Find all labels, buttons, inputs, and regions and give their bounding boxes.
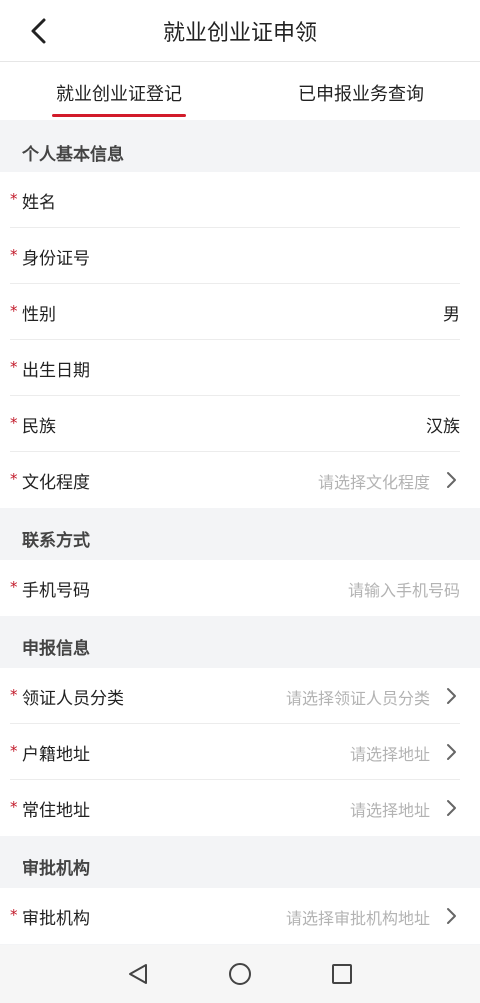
field-id-number[interactable]: * 身份证号	[10, 228, 460, 284]
chevron-right-icon[interactable]	[444, 471, 458, 489]
page-title: 就业创业证申领	[162, 21, 317, 46]
required-mark: *	[10, 686, 18, 704]
required-mark: *	[10, 798, 18, 816]
tab-submitted-query[interactable]: 已申报业务查询	[298, 80, 424, 106]
field-name[interactable]: * 姓名	[10, 172, 460, 228]
required-mark: *	[10, 302, 18, 320]
nav-home-icon[interactable]	[228, 962, 252, 986]
required-mark: *	[10, 470, 18, 488]
field-residence-address[interactable]: * 常住地址 请选择地址	[10, 780, 460, 836]
required-mark: *	[10, 358, 18, 376]
panel-application: * 领证人员分类 请选择领证人员分类 * 户籍地址 请选择地址 * 常住地址 请…	[0, 668, 480, 836]
ethnicity-value[interactable]: 汉族	[426, 412, 460, 437]
residence-address-placeholder[interactable]: 请选择地址	[350, 797, 430, 821]
field-label: 领证人员分类	[22, 689, 124, 709]
required-mark: *	[10, 246, 18, 264]
tab-bar: 就业创业证登记 已申报业务查询	[0, 62, 480, 120]
section-title-personal: 个人基本信息	[0, 124, 480, 176]
chevron-right-icon[interactable]	[444, 799, 458, 817]
category-placeholder[interactable]: 请选择领证人员分类	[286, 685, 430, 709]
authority-placeholder[interactable]: 请选择审批机构地址	[286, 905, 430, 929]
household-address-placeholder[interactable]: 请选择地址	[350, 741, 430, 765]
required-mark: *	[10, 742, 18, 760]
section-title-contact: 联系方式	[0, 510, 480, 562]
tab-registration[interactable]: 就业创业证登记	[56, 80, 182, 106]
field-phone[interactable]: * 手机号码 请输入手机号码	[10, 560, 460, 616]
chevron-right-icon[interactable]	[444, 687, 458, 705]
field-label: 手机号码	[22, 581, 90, 601]
required-mark: *	[10, 906, 18, 924]
section-title-authority: 审批机构	[0, 838, 480, 890]
field-birth-date[interactable]: * 出生日期	[10, 340, 460, 396]
required-mark: *	[10, 578, 18, 596]
field-label: 常住地址	[22, 801, 90, 821]
field-ethnicity[interactable]: * 民族 汉族	[10, 396, 460, 452]
field-label: 户籍地址	[22, 745, 90, 765]
field-label: 审批机构	[22, 909, 90, 929]
field-education[interactable]: * 文化程度 请选择文化程度	[10, 452, 460, 508]
phone-input[interactable]: 请输入手机号码	[348, 577, 460, 601]
field-label: 出生日期	[22, 361, 90, 381]
field-label: 文化程度	[22, 473, 90, 493]
system-nav-bar	[0, 945, 480, 1003]
chevron-right-icon[interactable]	[444, 743, 458, 761]
chevron-right-icon[interactable]	[444, 907, 458, 925]
required-mark: *	[10, 190, 18, 208]
panel-personal: * 姓名 * 身份证号 * 性别 男 * 出生日期 * 民族 汉族 * 文化程度…	[0, 172, 480, 508]
panel-authority: * 审批机构 请选择审批机构地址	[0, 888, 480, 944]
field-category[interactable]: * 领证人员分类 请选择领证人员分类	[10, 668, 460, 724]
field-gender[interactable]: * 性别 男	[10, 284, 460, 340]
field-label: 身份证号	[22, 249, 90, 269]
nav-back-icon[interactable]	[126, 962, 150, 986]
section-title-application: 申报信息	[0, 618, 480, 670]
field-label: 姓名	[22, 193, 56, 213]
field-label: 民族	[22, 417, 56, 437]
required-mark: *	[10, 414, 18, 432]
app-header: 就业创业证申领	[0, 0, 480, 62]
education-placeholder[interactable]: 请选择文化程度	[318, 469, 430, 493]
field-authority[interactable]: * 审批机构 请选择审批机构地址	[10, 888, 460, 944]
gender-value[interactable]: 男	[443, 300, 460, 325]
field-household-address[interactable]: * 户籍地址 请选择地址	[10, 724, 460, 780]
nav-recents-icon[interactable]	[330, 962, 354, 986]
panel-contact: * 手机号码 请输入手机号码	[0, 560, 480, 616]
active-tab-indicator	[52, 114, 186, 117]
field-label: 性别	[22, 305, 56, 325]
